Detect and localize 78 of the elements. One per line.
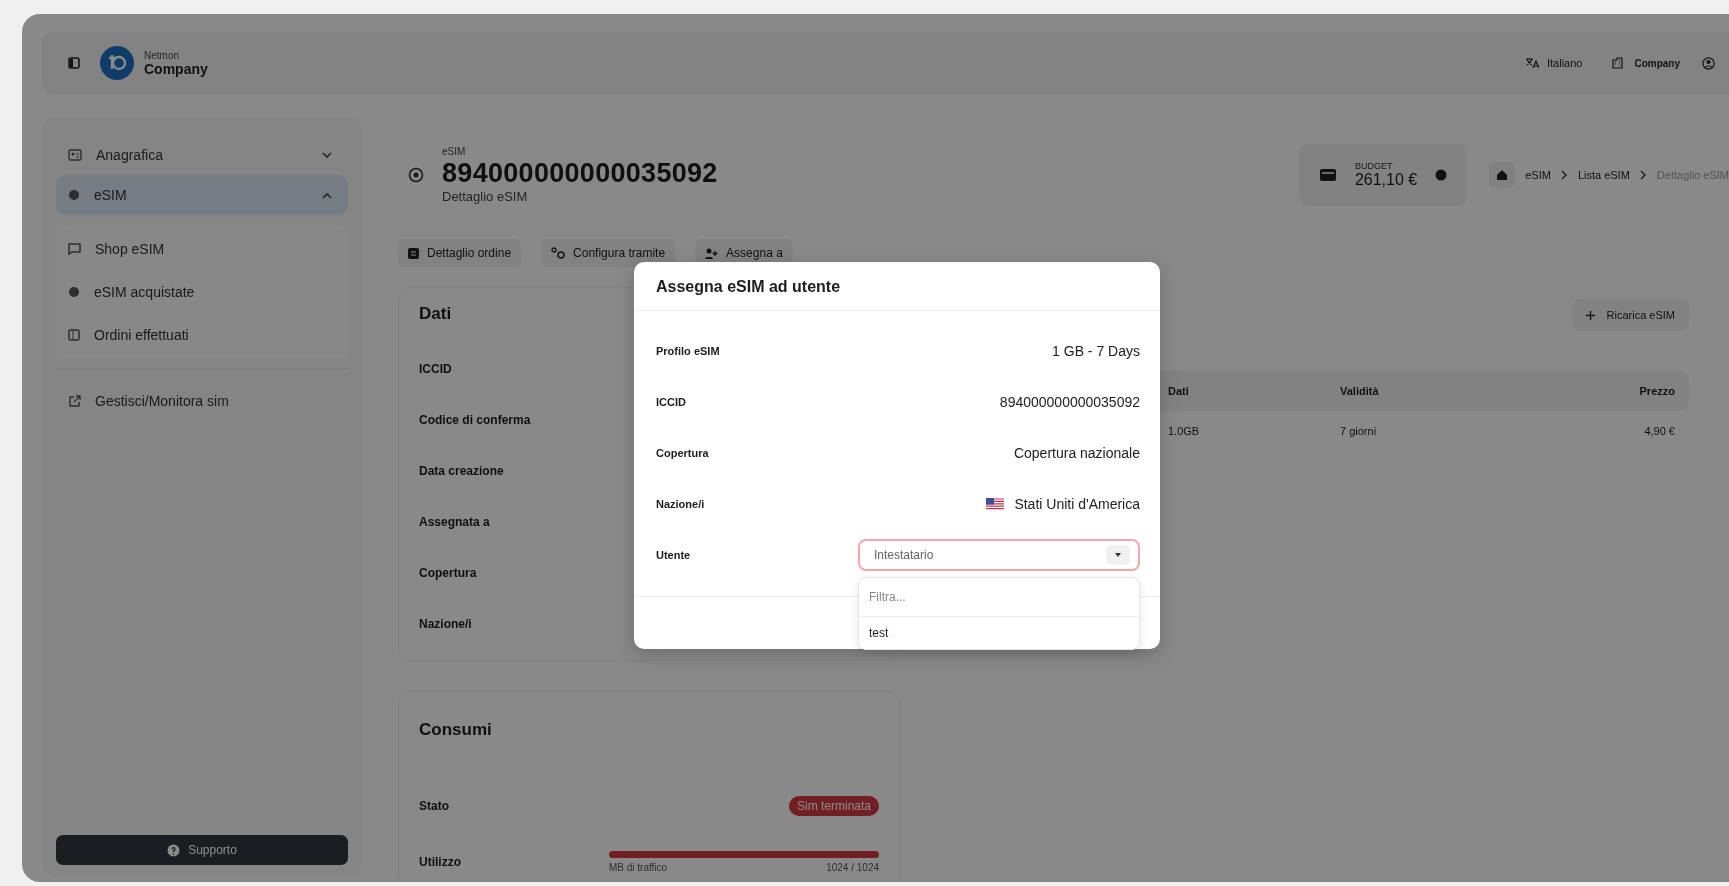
column-header: Dati [1168, 385, 1190, 397]
page-subtitle: Dettaglio eSIM [442, 189, 529, 204]
breadcrumb-link[interactable]: Lista eSIM [1577, 169, 1630, 181]
budget-amount: 261,10 € [1354, 171, 1418, 189]
language-button[interactable]: Italiano [1516, 57, 1591, 69]
recharge-button[interactable]: Ricarica eSIM [1571, 299, 1689, 331]
submenu-item[interactable]: eSIM acquistate [56, 270, 348, 313]
field-label: Stato [419, 799, 449, 813]
field-label: ICCID [419, 362, 452, 376]
field-value: 1 GB - 7 Days [1052, 342, 1140, 359]
gear-icon [408, 167, 424, 183]
page-title: 894000000000035092 [442, 157, 718, 189]
chat-icon [68, 242, 81, 255]
budget-label: BUDGET [1354, 161, 1394, 171]
submenu-item[interactable]: Shop eSIM [56, 227, 348, 270]
home-button[interactable] [1489, 162, 1516, 188]
brand-subtitle: Netmon [144, 49, 180, 61]
support-button[interactable]: Supporto [56, 835, 348, 865]
field-label: Profilo eSIM [656, 344, 720, 357]
card-title: Consumi [419, 720, 492, 740]
field-value: 894000000000035092 [999, 393, 1140, 410]
home-icon [1496, 169, 1509, 181]
column-header: Validità [1340, 385, 1380, 397]
sidebar-item[interactable]: eSIM [56, 175, 348, 215]
caret-icon [1106, 544, 1130, 565]
flag-icon [986, 497, 1005, 510]
help-icon [167, 843, 181, 857]
field-label: Nazione/i [656, 497, 705, 510]
dropdown-option[interactable]: test [859, 616, 1139, 649]
external-link-icon [68, 394, 81, 408]
sidebar-item[interactable]: Gestisci/Monitora sim [56, 381, 348, 421]
status-badge: Sim terminata [788, 796, 879, 816]
user-icon[interactable] [1702, 56, 1715, 70]
sidebar-item[interactable]: Anagrafica [56, 135, 348, 175]
field-value: Stati Uniti d'America [1014, 495, 1140, 512]
breadcrumb-link[interactable]: eSIM [1525, 169, 1551, 181]
field-label: Utente [656, 548, 691, 561]
dot-icon [68, 285, 80, 298]
card-title: Dati [419, 304, 452, 324]
usage-reading: 1024 / 1024 [826, 862, 879, 873]
field-label: ICCID [656, 395, 686, 408]
id-card-icon [68, 149, 82, 161]
sidebar-toggle-icon[interactable] [68, 57, 80, 69]
info-icon[interactable] [1435, 169, 1448, 181]
chevron-right-icon [1639, 170, 1647, 180]
company-name: Company [144, 60, 208, 77]
table-cell-text: 4,90 € [1643, 425, 1675, 437]
logo-icon [100, 46, 134, 80]
chevron-right-icon [1560, 170, 1568, 180]
wallet-icon [1318, 168, 1337, 182]
dot-icon [68, 189, 80, 201]
panel-icon [68, 328, 80, 341]
add-user-icon [705, 247, 719, 259]
action-button[interactable]: Configura tramite [541, 239, 676, 267]
field-label: Copertura [656, 446, 709, 459]
table-cell-text: 1.0GB [1168, 425, 1201, 437]
translate-icon [1524, 57, 1539, 69]
field-label: Codice di conferma [419, 413, 531, 427]
field-label: Data creazione [419, 464, 504, 478]
dialog-title: Assegna eSIM ad utente [634, 262, 1160, 311]
submenu-item[interactable]: Ordini effettuati [56, 313, 348, 356]
user-input[interactable]: Intestatario [872, 546, 1106, 563]
filter-field[interactable]: Filtra... [859, 577, 1139, 617]
table-cell-text: 7 giorni [1340, 425, 1378, 437]
nodes-icon [551, 247, 566, 259]
plus-icon [1585, 310, 1595, 320]
field-label: Utilizzo [419, 855, 461, 869]
field-label: Assegnata a [419, 515, 490, 529]
action-button[interactable]: Dettaglio ordine [398, 239, 522, 267]
field-label: Copertura [419, 566, 477, 580]
field-label: Nazione/i [419, 617, 472, 631]
column-header: Prezzo [1638, 385, 1675, 397]
usage-caption: MB di traffico [609, 862, 668, 873]
company-button[interactable]: Company [1604, 57, 1688, 69]
page-overline: eSIM [442, 146, 467, 157]
document-icon [408, 247, 419, 259]
user-select[interactable]: Intestatario [858, 538, 1140, 571]
field-value: Copertura nazionale [1013, 444, 1140, 461]
